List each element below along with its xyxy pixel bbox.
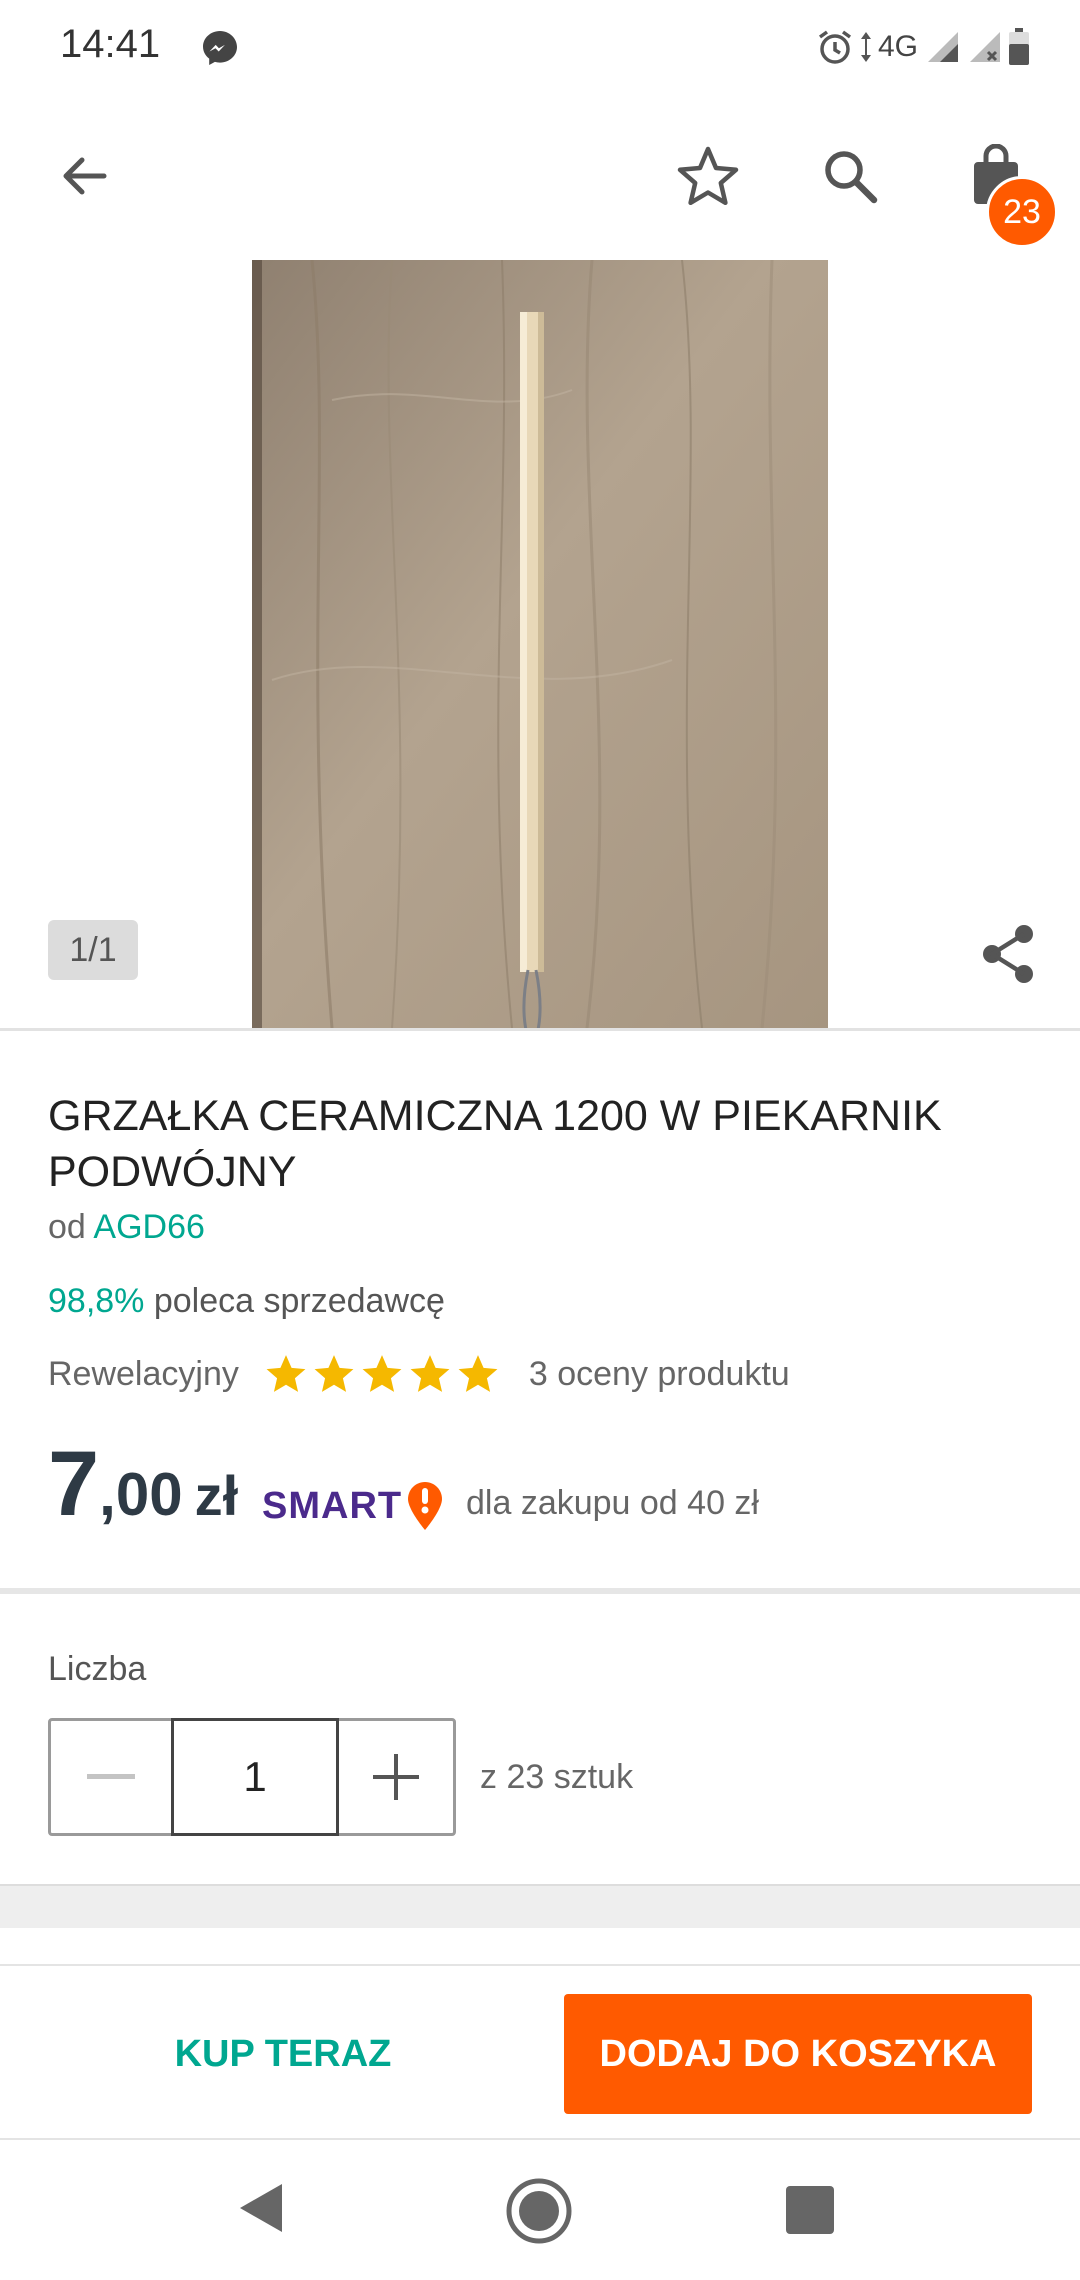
triangle-back-icon — [240, 2184, 282, 2232]
cart-count-badge: 23 — [986, 176, 1058, 248]
nav-back-button[interactable] — [236, 2180, 286, 2241]
minus-icon — [87, 1774, 135, 1779]
nav-recents-button[interactable] — [786, 2186, 834, 2239]
favorite-button[interactable] — [660, 128, 756, 224]
stock-note: z 23 sztuk — [480, 1758, 634, 1796]
quantity-input[interactable]: 1 — [171, 1718, 339, 1836]
search-button[interactable] — [802, 128, 898, 224]
smart-exclamation-icon — [408, 1482, 443, 1530]
status-bar: 14:41 4G — [0, 0, 1080, 96]
star-filled-icon — [266, 1355, 306, 1392]
star-filled-icon — [410, 1355, 450, 1392]
app-bar: 23 — [0, 96, 1080, 256]
product-rating[interactable]: Rewelacyjny 3 oceny produktu — [48, 1352, 790, 1396]
signal-no-service-icon — [966, 30, 1002, 64]
rating-stars — [265, 1353, 499, 1395]
product-title: GRZAŁKA CERAMICZNA 1200 W PIEKARNIK PODW… — [48, 1092, 942, 1196]
arrow-back-icon — [63, 157, 107, 195]
share-button[interactable] — [960, 906, 1056, 1002]
quantity-stepper: 1 — [48, 1718, 456, 1836]
star-filled-icon — [314, 1355, 354, 1392]
recommend-text: poleca sprzedawcę — [153, 1282, 445, 1320]
smart-label: SMART — [262, 1484, 403, 1527]
network-type: 4G — [877, 30, 918, 63]
photo-counter: 1/1 — [48, 920, 138, 980]
quantity-increase-button[interactable] — [339, 1721, 453, 1833]
star-outline-icon — [677, 146, 739, 206]
system-nav-bar — [0, 2138, 1080, 2280]
product-gallery[interactable]: 1/1 — [0, 256, 1080, 1028]
star-filled-icon — [458, 1355, 498, 1392]
rating-count[interactable]: 3 oceny produktu — [529, 1355, 790, 1394]
smart-note: dla zakupu od 40 zł — [466, 1484, 759, 1522]
share-icon — [983, 925, 1033, 983]
seller-recommendation: 98,8% poleca sprzedawcę — [48, 1282, 445, 1321]
quantity-label: Liczba — [48, 1650, 147, 1688]
seller-prefix: od — [48, 1208, 86, 1246]
section-gap — [0, 1884, 1080, 1928]
gallery-divider — [0, 1028, 1080, 1031]
status-icons: 4G — [816, 24, 1030, 70]
nav-home-button[interactable] — [504, 2176, 574, 2251]
status-time: 14:41 — [60, 22, 161, 66]
price: 7,00 zł — [48, 1432, 239, 1535]
back-button[interactable] — [36, 128, 132, 224]
star-filled-icon — [362, 1355, 402, 1392]
section-divider — [0, 1588, 1080, 1594]
data-arrows-icon — [860, 30, 872, 64]
price-currency: zł — [194, 1464, 239, 1527]
seller-line: od AGD66 — [48, 1208, 205, 1247]
smart-logo: SMART — [262, 1476, 444, 1536]
messenger-icon — [200, 28, 240, 68]
seller-link[interactable]: AGD66 — [93, 1208, 205, 1246]
recommend-percentage: 98,8% — [48, 1282, 145, 1320]
buy-now-button[interactable]: KUP TERAZ — [48, 1994, 518, 2114]
quantity-decrease-button[interactable] — [51, 1721, 171, 1833]
circle-home-icon — [506, 2178, 572, 2244]
rating-label: Rewelacyjny — [48, 1354, 239, 1393]
alarm-icon — [816, 28, 854, 66]
add-to-cart-button[interactable]: DODAJ DO KOSZYKA — [564, 1994, 1032, 2114]
plus-icon — [373, 1754, 419, 1800]
action-bar: KUP TERAZ DODAJ DO KOSZYKA — [0, 1964, 1080, 2138]
square-recents-icon — [786, 2186, 834, 2234]
signal-icon — [924, 30, 960, 64]
battery-icon — [1008, 28, 1030, 66]
price-integer: 7 — [48, 1433, 100, 1535]
search-icon — [825, 151, 878, 204]
price-decimal: ,00 — [99, 1461, 183, 1528]
product-photo[interactable] — [252, 260, 828, 1028]
